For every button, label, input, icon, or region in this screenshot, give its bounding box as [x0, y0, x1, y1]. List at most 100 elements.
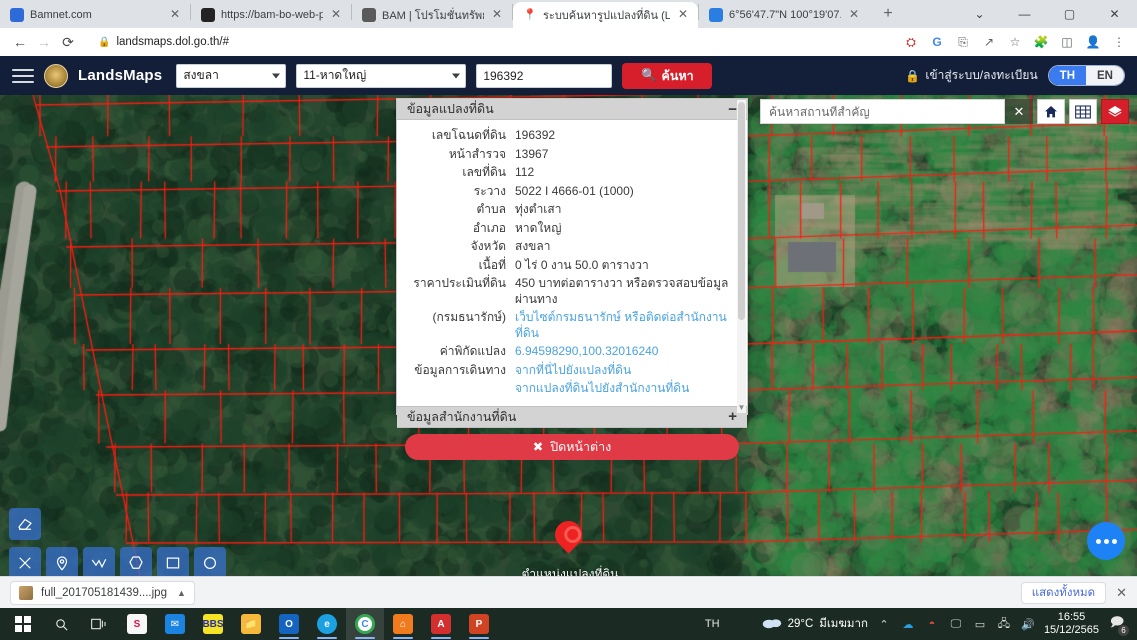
taskbar-app-outlook[interactable]: O — [270, 608, 308, 640]
notifications-icon[interactable]: 🗩 6 — [1107, 614, 1129, 636]
parcel-detail-link[interactable]: จากที่นี่ไปยังแปลงที่ดิน — [515, 363, 741, 379]
tab-close-icon[interactable]: ✕ — [847, 8, 861, 22]
tab-close-icon[interactable]: ✕ — [168, 8, 182, 22]
measure-tool[interactable] — [9, 547, 41, 576]
extension-blocked-icon[interactable]: ⛭ — [903, 34, 919, 50]
extensions-puzzle-icon[interactable]: 🧩 — [1033, 34, 1049, 50]
sidepanel-icon[interactable]: ◫ — [1059, 34, 1075, 50]
layers-icon[interactable] — [1101, 99, 1129, 124]
marker-tool[interactable] — [46, 547, 78, 576]
back-button[interactable]: ← — [8, 30, 32, 54]
close-window-button[interactable]: ✖ ปิดหน้าต่าง — [405, 433, 739, 460]
weather-description: มีเมฆมาก — [819, 618, 868, 630]
tab-close-icon[interactable]: ✕ — [676, 8, 690, 22]
info-panel-scrollbar[interactable] — [737, 100, 746, 413]
browser-tab[interactable]: 6°56'47.7"N 100°19'07.7"E - Goo ✕ — [699, 2, 869, 28]
profile-icon[interactable]: 👤 — [1085, 34, 1101, 50]
weather-widget[interactable]: 29°C มีเมฆมาก — [762, 615, 868, 633]
edge-icon: e — [317, 614, 337, 634]
lang-en-button[interactable]: EN — [1086, 66, 1124, 85]
taskbar-app-chrome[interactable]: C — [346, 608, 384, 640]
download-item[interactable]: full_201705181439....jpg ▲ — [10, 580, 195, 605]
polygon-tool[interactable] — [120, 547, 152, 576]
taskbar-app-mail[interactable]: ✉ — [156, 608, 194, 640]
land-office-section-header[interactable]: ข้อมูลสำนักงานที่ดิน + — [397, 405, 747, 428]
language-indicator[interactable]: TH — [705, 618, 720, 630]
chevron-up-icon[interactable]: ▲ — [177, 588, 186, 598]
taskbar-app-file-explorer[interactable]: 📁 — [232, 608, 270, 640]
district-select[interactable]: 11-หาดใหญ่ — [296, 63, 467, 88]
taskbar-app-acrobat[interactable]: A — [422, 608, 460, 640]
volume-icon[interactable]: 🔊 — [1020, 616, 1036, 632]
parcel-detail-value: หาดใหญ่ — [515, 220, 562, 235]
reload-button[interactable]: ⟳ — [56, 30, 80, 54]
security-icon[interactable]: ◓ — [924, 616, 940, 632]
province-value: สงขลา — [183, 68, 219, 82]
menu-kebab-icon[interactable]: ⋮ — [1111, 34, 1127, 50]
hamburger-icon[interactable] — [12, 68, 34, 83]
map-search-clear-button[interactable]: ✕ — [1005, 99, 1033, 124]
new-tab-button[interactable]: + — [875, 1, 901, 27]
tab-close-icon[interactable]: ✕ — [490, 8, 504, 22]
parcel-details-list: เลขโฉนดที่ดิน 196392 หน้าสำรวจ 13967 เลขที่ด… — [397, 120, 747, 406]
parcel-detail-link[interactable]: 6.94598290,100.32016240 — [515, 344, 741, 360]
translate-icon[interactable]: ⎘ — [955, 34, 971, 50]
grid-icon[interactable] — [1069, 99, 1097, 124]
browser-tab[interactable]: 📍 ระบบค้นหารูปแปลงที่ดิน (LandsMaps ✕ — [513, 2, 698, 28]
task-view-icon[interactable] — [80, 608, 118, 640]
browser-tab[interactable]: BAM | โปรโมชั่นทรัพย์พร้อมขับพร้ ✕ — [352, 2, 512, 28]
clock[interactable]: 16:55 15/12/2565 — [1044, 611, 1099, 637]
address-bar[interactable]: 🔒 landsmaps.dol.go.th/# — [88, 32, 895, 52]
chevron-up-icon[interactable]: ⌃ — [876, 616, 892, 632]
parcel-number-input[interactable]: 196392 — [476, 63, 613, 88]
info-panel-header[interactable]: ข้อมูลแปลงที่ดิน − — [397, 99, 747, 120]
share-icon[interactable]: ↗ — [981, 34, 997, 50]
window-maximize-button[interactable]: ▢ — [1047, 0, 1092, 28]
tab-title: BAM | โปรโมชั่นทรัพย์พร้อมขับพร้ — [382, 10, 484, 22]
bookmark-star-icon[interactable]: ☆ — [1007, 34, 1023, 50]
onedrive-icon[interactable]: ☁ — [900, 616, 916, 632]
close-icon[interactable]: ✕ — [1116, 585, 1127, 601]
windows-start-icon[interactable] — [4, 608, 42, 640]
eraser-tool[interactable] — [9, 508, 41, 540]
parcel-marker[interactable] — [549, 515, 588, 559]
scrollbar-thumb[interactable] — [738, 102, 745, 320]
taskbar-app-bbs[interactable]: BBS — [194, 608, 232, 640]
map-search-field[interactable] — [760, 99, 1005, 124]
language-toggle[interactable]: TH EN — [1047, 65, 1125, 86]
battery-icon[interactable]: ▭ — [972, 616, 988, 632]
taskbar-app-store[interactable]: S — [118, 608, 156, 640]
parcel-detail-link[interactable]: จากแปลงที่ดินไปยังสำนักงานที่ดิน — [515, 381, 741, 397]
browser-tab[interactable]: Bamnet.com ✕ — [0, 2, 190, 28]
more-dots-icon[interactable] — [1087, 522, 1125, 560]
province-select[interactable]: สงขลา — [176, 63, 287, 88]
minus-icon[interactable]: − — [728, 102, 737, 117]
tab-close-icon[interactable]: ✕ — [329, 8, 343, 22]
browser-tab[interactable]: https://bam-bo-web-prd.bam.co ✕ — [191, 2, 351, 28]
window-minimize-button[interactable]: — — [1002, 0, 1047, 28]
network-icon[interactable]: 🖧 — [996, 616, 1012, 632]
circle-tool[interactable] — [194, 547, 226, 576]
taskbar-app-home-app[interactable]: ⌂ — [384, 608, 422, 640]
eraser-icon[interactable] — [9, 508, 41, 540]
window-close-button[interactable]: ✕ — [1092, 0, 1137, 28]
lang-th-button[interactable]: TH — [1048, 66, 1087, 85]
tab-search-button[interactable]: ⌄ — [957, 0, 1002, 28]
search-icon[interactable] — [42, 608, 80, 640]
scroll-down-arrow-icon[interactable]: ▼ — [737, 404, 746, 412]
display-icon[interactable]: 🖵 — [948, 616, 964, 632]
home-icon[interactable] — [1037, 99, 1065, 124]
rectangle-tool[interactable] — [157, 547, 189, 576]
show-all-downloads-button[interactable]: แสดงทั้งหมด — [1020, 581, 1107, 604]
parcel-detail-row: เลขที่ดิน 112 — [403, 165, 741, 181]
search-button[interactable]: 🔍 ค้นหา — [622, 62, 713, 89]
login-link[interactable]: 🔒 เข้าสู่ระบบ/ลงทะเบียน — [905, 66, 1037, 85]
map-search-input[interactable] — [769, 104, 996, 119]
taskbar-app-powerpoint[interactable]: P — [460, 608, 498, 640]
polyline-tool[interactable] — [83, 547, 115, 576]
plus-icon[interactable]: + — [728, 409, 737, 424]
forward-button[interactable]: → — [32, 30, 56, 54]
google-icon[interactable]: G — [929, 34, 945, 50]
parcel-detail-link[interactable]: เว็บไซต์กรมธนารักษ์ หรือติดต่อสำนักงานที… — [515, 310, 741, 341]
taskbar-app-edge[interactable]: e — [308, 608, 346, 640]
